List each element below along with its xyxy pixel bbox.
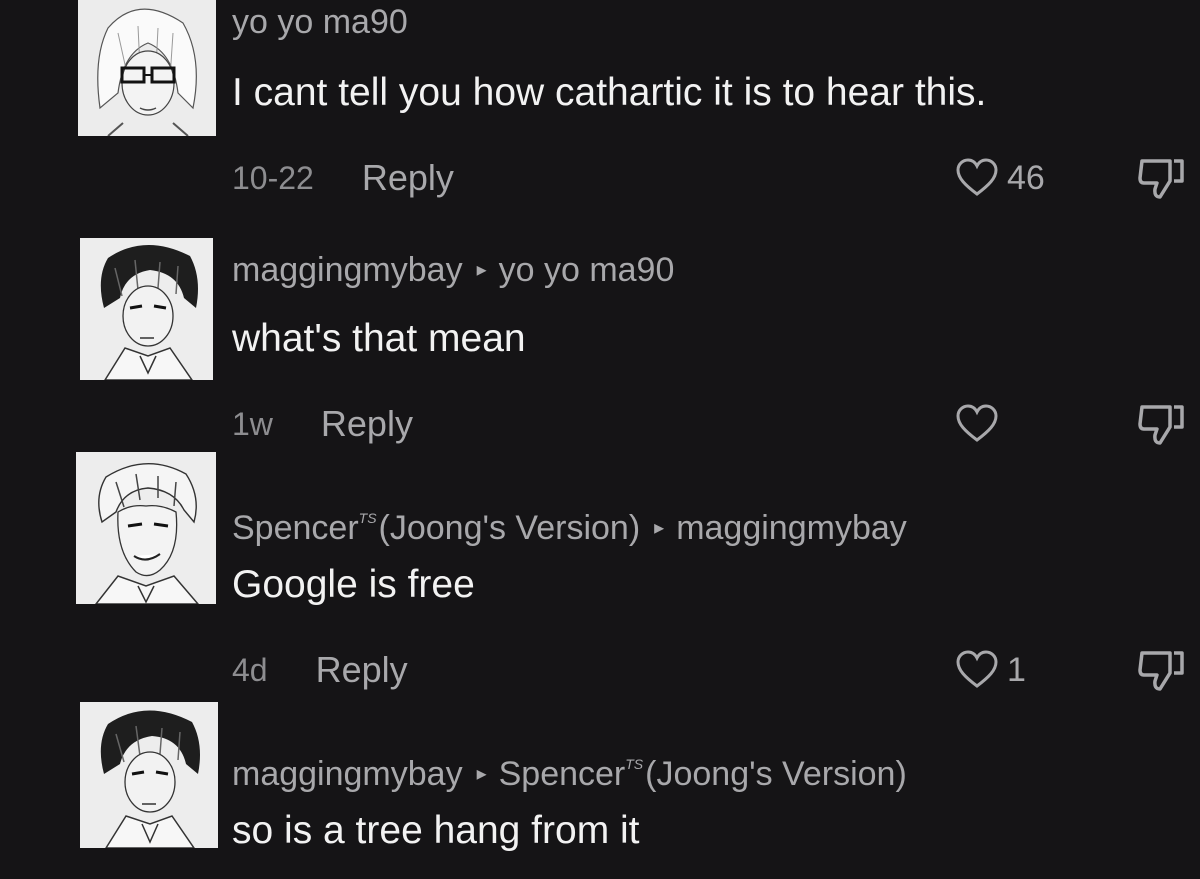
like-button[interactable]: 1 — [955, 648, 1026, 692]
reply-arrow-icon: ▸ — [476, 259, 487, 281]
comment-text: I cant tell you how cathartic it is to h… — [232, 71, 987, 114]
avatar[interactable] — [78, 0, 216, 136]
username-suffix: (Joong's Version) — [378, 509, 641, 547]
heart-icon — [956, 650, 998, 688]
avatar-image — [78, 0, 216, 136]
like-button[interactable]: 46 — [955, 156, 1045, 200]
comment-meta: 4d Reply — [232, 648, 408, 692]
comment-header: maggingmybay ▸ yo yo ma90 — [232, 250, 674, 290]
comment-text: Google is free — [232, 563, 475, 606]
avatar-image — [76, 452, 216, 604]
comment-header: SpencerTS(Joong's Version) ▸ maggingmybay — [232, 498, 907, 548]
username[interactable]: yo yo ma90 — [232, 3, 408, 41]
avatar[interactable] — [76, 452, 216, 604]
like-count: 1 — [1007, 650, 1026, 689]
thumbs-down-icon — [1138, 159, 1184, 199]
thumbs-down-icon — [1138, 405, 1184, 445]
dislike-button[interactable] — [1136, 647, 1186, 693]
avatar-image — [80, 702, 218, 848]
comment-2: maggingmybay ▸ yo yo ma90 what's that mean… — [0, 238, 1200, 458]
username[interactable]: SpencerTS(Joong's Version) — [232, 509, 640, 547]
heart-icon — [956, 404, 998, 442]
comment-text: so is a tree hang from it — [232, 809, 640, 852]
reply-to-name: Spencer — [498, 755, 626, 793]
reply-button[interactable]: Reply — [362, 157, 454, 199]
username[interactable]: maggingmybay — [232, 251, 463, 289]
thumbs-down-icon — [1138, 651, 1184, 691]
comment-3: SpencerTS(Joong's Version) ▸ maggingmybay … — [0, 452, 1200, 692]
dislike-button[interactable] — [1136, 155, 1186, 201]
username-superscript: TS — [358, 510, 377, 526]
timestamp: 4d — [232, 651, 268, 688]
like-button[interactable] — [955, 402, 1007, 446]
avatar-image — [80, 238, 213, 380]
reply-to-suffix: (Joong's Version) — [645, 755, 907, 793]
like-count: 46 — [1007, 158, 1045, 197]
reply-to-superscript: TS — [625, 756, 644, 772]
heart-icon — [956, 158, 998, 196]
comment-text: what's that mean — [232, 317, 526, 360]
comment-meta: 10-22 Reply — [232, 156, 454, 200]
reply-to-username[interactable]: maggingmybay — [676, 509, 907, 547]
reply-to-username[interactable]: SpencerTS(Joong's Version) — [499, 755, 907, 793]
reply-button[interactable]: Reply — [321, 403, 413, 445]
dislike-button[interactable] — [1136, 401, 1186, 447]
reply-arrow-icon: ▸ — [654, 517, 665, 539]
comment-4: maggingmybay ▸ SpencerTS(Joong's Version) … — [0, 700, 1200, 879]
avatar[interactable] — [80, 238, 213, 380]
username-name: Spencer — [232, 509, 359, 547]
timestamp: 10-22 — [232, 159, 314, 196]
username[interactable]: maggingmybay — [232, 755, 463, 793]
comment-meta: 1w Reply — [232, 402, 413, 446]
comment-1: yo yo ma90 I cant tell you how cathartic… — [0, 0, 1200, 230]
comment-header: maggingmybay ▸ SpencerTS(Joong's Version) — [232, 744, 907, 794]
avatar[interactable] — [80, 702, 218, 848]
comment-header: yo yo ma90 — [232, 2, 408, 42]
reply-button[interactable]: Reply — [316, 649, 408, 691]
reply-arrow-icon: ▸ — [476, 763, 487, 785]
reply-to-username[interactable]: yo yo ma90 — [499, 251, 675, 289]
timestamp: 1w — [232, 405, 273, 442]
